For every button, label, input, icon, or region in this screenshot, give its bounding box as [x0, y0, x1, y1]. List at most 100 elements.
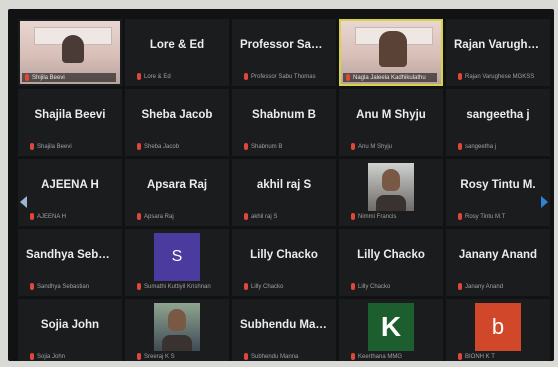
- participant-subname: Shajila Beevi: [37, 143, 72, 150]
- participant-subname: Janany Anand: [465, 283, 504, 290]
- participant-tile[interactable]: akhil raj S akhil raj S: [232, 159, 336, 226]
- participant-subname: Sojia John: [37, 353, 66, 360]
- profile-photo-body: [162, 335, 192, 351]
- participant-tile[interactable]: Shajila Beevi Shajila Beevi: [18, 89, 122, 156]
- participant-subname: Nimmi Francis: [358, 213, 397, 220]
- participant-tile[interactable]: Sojia John Sojia John: [18, 299, 122, 361]
- mic-muted-icon: [458, 213, 462, 220]
- participant-tile[interactable]: Shabnum B Shabnum B: [232, 89, 336, 156]
- avatar-initial: S: [154, 233, 200, 281]
- participant-name: Professor Sabu...: [240, 39, 335, 51]
- participant-label: Janany Anand: [458, 283, 546, 290]
- participant-label: Professor Sabu Thomas: [244, 73, 332, 80]
- participant-figure: [62, 35, 84, 63]
- participant-label: Shajila Beevi: [30, 143, 118, 150]
- mic-muted-icon: [30, 353, 34, 360]
- participant-label: Lore & Ed: [137, 73, 225, 80]
- participant-subname: Anu M Shyju: [358, 143, 393, 150]
- participant-name: Sheba Jacob: [141, 109, 213, 121]
- mic-muted-icon: [30, 283, 34, 290]
- participant-label: Sandhya Sebastian: [30, 283, 118, 290]
- participant-name: akhil raj S: [256, 179, 312, 191]
- mic-muted-icon: [137, 353, 141, 360]
- participant-tile[interactable]: Lore & Ed Lore & Ed: [125, 19, 229, 86]
- profile-photo: [368, 163, 414, 211]
- participant-subname: Sheba Jacob: [144, 143, 180, 150]
- profile-photo-face: [168, 309, 186, 331]
- mic-muted-icon: [30, 143, 34, 150]
- participant-tile[interactable]: Rajan Varughes... Rajan Varughese MGKSS: [446, 19, 550, 86]
- mic-muted-icon: [30, 213, 34, 220]
- participant-label: sangeetha j: [458, 143, 546, 150]
- participant-name: Rajan Varughes...: [454, 39, 550, 51]
- participant-subname: Sandhya Sebastian: [37, 283, 90, 290]
- participant-tile[interactable]: Lilly Chacko Lilly Chacko: [339, 229, 443, 296]
- participant-subname: Keerthana MMG: [358, 353, 403, 360]
- participant-label: Nimmi Francis: [351, 213, 439, 220]
- participant-label: Keerthana MMG: [351, 353, 439, 360]
- participant-tile[interactable]: Sheba Jacob Sheba Jacob: [125, 89, 229, 156]
- participant-subname: Lilly Chacko: [358, 283, 391, 290]
- participant-tile[interactable]: Rosy Tintu M. Rosy Tintu M.T: [446, 159, 550, 226]
- mic-muted-icon: [458, 73, 462, 80]
- participant-subname: Professor Sabu Thomas: [251, 73, 316, 80]
- participant-tile[interactable]: Lilly Chacko Lilly Chacko: [232, 229, 336, 296]
- mic-muted-icon: [351, 213, 355, 220]
- participant-tile[interactable]: K Keerthana MMG: [339, 299, 443, 361]
- mic-muted-icon: [351, 353, 355, 360]
- participant-label: Sumathi Kuttiyil Krishnan: [137, 283, 225, 290]
- participant-subname: Apsara Raj: [144, 213, 174, 220]
- participant-subname: Sreeraj K S: [144, 353, 175, 360]
- participant-label: Subhendu Manna: [244, 353, 332, 360]
- participant-tile[interactable]: Sreeraj K S: [125, 299, 229, 361]
- participant-tile[interactable]: Nimmi Francis: [339, 159, 443, 226]
- participant-tile[interactable]: Sandhya Sebast... Sandhya Sebastian: [18, 229, 122, 296]
- avatar-initial: K: [368, 303, 414, 351]
- mic-muted-icon: [25, 74, 29, 81]
- mic-muted-icon: [137, 143, 141, 150]
- participant-tile[interactable]: sangeetha j sangeetha j: [446, 89, 550, 156]
- mic-muted-icon: [244, 213, 248, 220]
- participant-label: Anu M Shyju: [351, 143, 439, 150]
- chevron-right-icon[interactable]: [541, 196, 548, 208]
- mic-muted-icon: [137, 73, 141, 80]
- participant-name: Lilly Chacko: [357, 249, 425, 261]
- mic-muted-icon: [244, 143, 248, 150]
- participant-subname: Shabnum B: [251, 143, 283, 150]
- mic-muted-icon: [458, 283, 462, 290]
- mic-muted-icon: [458, 353, 462, 360]
- participant-tile[interactable]: AJEENA H AJEENA H: [18, 159, 122, 226]
- avatar-initial: b: [475, 303, 521, 351]
- participant-tile[interactable]: Subhendu Manna Subhendu Manna: [232, 299, 336, 361]
- participant-label: Sreeraj K S: [137, 353, 225, 360]
- mic-muted-icon: [244, 73, 248, 80]
- participant-name: Lore & Ed: [149, 39, 205, 51]
- participant-tile[interactable]: Professor Sabu... Professor Sabu Thomas: [232, 19, 336, 86]
- participant-name: Sandhya Sebast...: [26, 249, 122, 261]
- participant-name-overlay: Shijila Beevi: [22, 73, 116, 82]
- participant-label: Apsara Raj: [137, 213, 225, 220]
- participant-tile[interactable]: Janany Anand Janany Anand: [446, 229, 550, 296]
- mic-muted-icon: [346, 74, 350, 81]
- participant-subname: Sumathi Kuttiyil Krishnan: [144, 283, 211, 290]
- mic-muted-icon: [137, 283, 141, 290]
- participant-subname: BIONH K T: [465, 353, 495, 360]
- participant-name: Sojia John: [40, 319, 100, 331]
- participant-label: Rajan Varughese MGKSS: [458, 73, 546, 80]
- participant-name: Rosy Tintu M.: [460, 179, 536, 191]
- participant-label: Shabnum B: [244, 143, 332, 150]
- participant-tile[interactable]: Anu M Shyju Anu M Shyju: [339, 89, 443, 156]
- participant-subname: Shijila Beevi: [32, 74, 65, 81]
- participant-name: Lilly Chacko: [250, 249, 318, 261]
- participant-label: Sheba Jacob: [137, 143, 225, 150]
- participant-figure: [379, 31, 407, 67]
- chevron-left-icon[interactable]: [20, 196, 27, 208]
- participant-tile[interactable]: Shijila Beevi: [18, 19, 122, 86]
- active-speaker-tile[interactable]: Nagla Jaleela Kadhikulathu: [339, 19, 443, 86]
- participant-tile[interactable]: S Sumathi Kuttiyil Krishnan: [125, 229, 229, 296]
- mic-muted-icon: [244, 283, 248, 290]
- participant-label: akhil raj S: [244, 213, 332, 220]
- participant-tile[interactable]: b BIONH K T: [446, 299, 550, 361]
- participant-tile[interactable]: Apsara Raj Apsara Raj: [125, 159, 229, 226]
- profile-photo-face: [382, 169, 400, 191]
